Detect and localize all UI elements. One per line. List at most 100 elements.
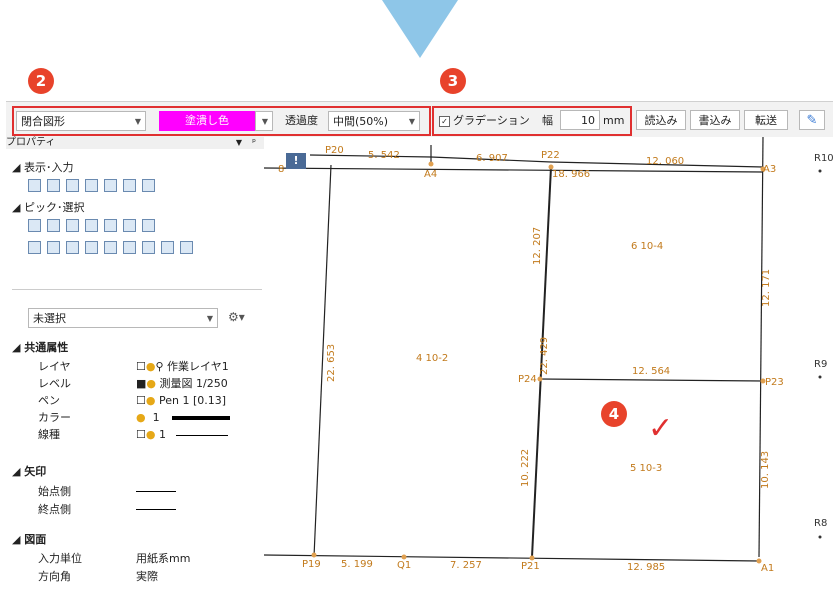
dimension-label: 12. 207: [532, 226, 543, 265]
write-button[interactable]: 書込み: [690, 110, 740, 130]
drawing-section-header[interactable]: ◢ 図面: [12, 531, 46, 547]
survey-point: [818, 375, 822, 379]
drawing-canvas[interactable]: ! 8 P20 A4 P22 A3 R10 P24 P23 R9 R8 P19 …: [264, 137, 833, 598]
dimension-label: 10. 222: [520, 448, 531, 487]
survey-point: [529, 555, 535, 561]
point-label: A3: [763, 164, 777, 175]
snap-midpoint-icon[interactable]: [104, 219, 117, 232]
fill-color-dropdown[interactable]: ▼: [255, 111, 273, 131]
dimension-label: 12. 564: [632, 366, 671, 377]
prop-row-input-unit[interactable]: 入力単位 用紙系mm: [6, 550, 264, 567]
pen-value: Pen 1 [0.13]: [158, 394, 227, 407]
display-tool-row: [28, 179, 155, 192]
chevron-down-icon: ▼: [261, 117, 268, 126]
panel-title-bar: プロパティ ▼ ᵖ: [6, 137, 264, 149]
pipette-icon[interactable]: [142, 179, 155, 192]
prop-row-pen[interactable]: ペン ☐● Pen 1 [0.13]: [6, 392, 264, 409]
checkmark-icon: ✓: [648, 411, 674, 446]
display-section-header[interactable]: ◢ 表示･入力: [12, 159, 73, 175]
width-input[interactable]: 10: [560, 110, 600, 130]
point-label: 8: [278, 164, 285, 175]
snap-perp-icon[interactable]: [123, 219, 136, 232]
step-badge-3: 3: [440, 68, 466, 94]
selection-select[interactable]: 未選択 ▼: [28, 308, 218, 328]
boundary-line: [264, 167, 764, 173]
prop-key: 入力単位: [38, 552, 82, 565]
parcel-label: 4 10-2: [416, 353, 449, 364]
fill-color-button[interactable]: 塗潰し色: [159, 111, 255, 131]
color-swatch: [171, 416, 230, 420]
snap-point-icon[interactable]: [28, 219, 41, 232]
filter-settings-icon[interactable]: ⚙▾: [228, 310, 245, 324]
layer-value: 作業レイヤ1: [167, 360, 229, 373]
cube-icon[interactable]: [28, 179, 41, 192]
snap-raster-icon[interactable]: [142, 219, 155, 232]
width-label: 幅: [542, 114, 553, 127]
eyedropper-icon[interactable]: ✎: [799, 110, 825, 130]
snap-grid-icon[interactable]: [85, 219, 98, 232]
point-label: Q1: [397, 560, 412, 571]
read-button[interactable]: 読込み: [636, 110, 686, 130]
transfer-button[interactable]: 転送: [744, 110, 788, 130]
select-area-icon[interactable]: [161, 241, 174, 254]
info-marker-icon[interactable]: !: [286, 153, 306, 169]
select-curve-icon[interactable]: [47, 241, 60, 254]
select-frame-icon[interactable]: [142, 241, 155, 254]
transparency-value: 中間(50%): [333, 115, 389, 128]
survey-point: [428, 161, 434, 167]
select-text-icon[interactable]: [123, 241, 136, 254]
select-line-icon[interactable]: [28, 241, 41, 254]
panel-menu-icon[interactable]: ▼: [236, 137, 242, 149]
arrow-section-header[interactable]: ◢ 矢印: [12, 463, 46, 479]
panel-title: プロパティ: [6, 137, 56, 148]
dimension-label: 5. 542: [368, 150, 400, 161]
prop-key: 始点側: [38, 485, 71, 498]
snap-end-icon[interactable]: [66, 219, 79, 232]
prop-row-direction[interactable]: 方向角 実際: [6, 568, 264, 585]
level-value: 測量図 1/250: [159, 377, 228, 390]
dimension-label: 12. 171: [761, 268, 772, 307]
prop-value: ■● 測量図 1/250: [136, 377, 228, 390]
prop-row-linetype[interactable]: 線種 ☐● 1: [6, 426, 264, 443]
prop-value: 実際: [136, 570, 158, 583]
snap-intersection-icon[interactable]: [47, 219, 60, 232]
select-dim-icon[interactable]: [85, 241, 98, 254]
shape-type-select[interactable]: 閉合図形 ▼: [16, 111, 146, 131]
pen-icon[interactable]: [123, 179, 136, 192]
prop-row-start-arrow[interactable]: 始点側: [6, 483, 264, 500]
prop-row-color[interactable]: カラー ● 1: [6, 409, 264, 426]
boundary-line: [758, 137, 764, 558]
properties-panel: プロパティ ▼ ᵖ ◢ 表示･入力 ◢ ピック･選択 未選択 ▼ ⚙▾ ◢ 共通…: [6, 137, 265, 598]
gradation-checkbox[interactable]: ✓: [439, 116, 450, 127]
chevron-down-icon: ▼: [206, 314, 213, 323]
grid-icon[interactable]: [47, 179, 60, 192]
prop-row-level[interactable]: レベル ■● 測量図 1/250: [6, 375, 264, 392]
select-rect-icon[interactable]: [66, 241, 79, 254]
pick-section-label: ピック･選択: [23, 201, 85, 214]
dimension-label: 22. 653: [326, 343, 337, 382]
dxy-icon[interactable]: [104, 179, 117, 192]
dimension-label: 6. 907: [476, 153, 508, 164]
transparency-select[interactable]: 中間(50%) ▼: [328, 111, 420, 131]
align-icon[interactable]: [85, 179, 98, 192]
shape-type-value: 閉合図形: [21, 115, 65, 128]
common-section-header[interactable]: ◢ 共通属性: [12, 339, 68, 355]
raster-icon[interactable]: [66, 179, 79, 192]
chevron-down-icon: ▼: [134, 117, 141, 126]
point-label: R10: [814, 153, 833, 164]
pin-icon[interactable]: ᵖ: [252, 137, 256, 149]
dimension-label: 12. 985: [627, 562, 666, 573]
select-polygon-icon[interactable]: [104, 241, 117, 254]
color-value: 1: [152, 411, 160, 424]
prop-value: ☐● 1: [136, 426, 228, 443]
pick-section-header[interactable]: ◢ ピック･選択: [12, 199, 84, 215]
prop-key: レイヤ: [38, 360, 71, 373]
step-badge-2: 2: [28, 68, 54, 94]
survey-point: [818, 169, 822, 173]
down-arrow-indicator: [382, 0, 458, 58]
prop-value: ☐●⚲ 作業レイヤ1: [136, 360, 229, 373]
point-label: A4: [424, 169, 438, 180]
select-bag-icon[interactable]: [180, 241, 193, 254]
prop-row-layer[interactable]: レイヤ ☐●⚲ 作業レイヤ1: [6, 358, 264, 375]
prop-row-end-arrow[interactable]: 終点側: [6, 501, 264, 518]
